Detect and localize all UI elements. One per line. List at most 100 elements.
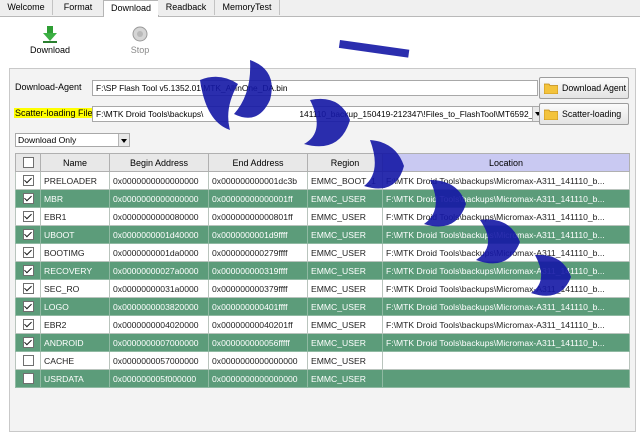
download-button[interactable]: Download [20,25,80,55]
download-agent-path-field[interactable]: F:\SP Flash Tool v5.1352.01\MTK_AllInOne… [92,80,538,96]
cell-region: EMMC_USER [307,243,383,262]
cell-begin-address: 0x00000000027a0000 [109,261,209,280]
scatter-loading-label-text: Scatter-loading File [14,108,94,118]
cell-checkbox[interactable] [15,351,41,370]
tab-format[interactable]: Format [53,0,104,15]
cell-name: BOOTIMG [40,243,110,262]
cell-checkbox[interactable] [15,315,41,334]
cell-end-address: 0x000000000379ffff [208,279,308,298]
cell-end-address: 0x0000000000000000 [208,351,308,370]
cell-checkbox[interactable] [15,225,41,244]
cell-checkbox[interactable] [15,333,41,352]
cell-begin-address: 0x0000000000000000 [109,171,209,190]
cell-name: SEC_RO [40,279,110,298]
row-checkbox[interactable] [22,337,34,349]
cell-begin-address: 0x0000000007000000 [109,333,209,352]
table-row[interactable]: RECOVERY 0x00000000027a0000 0x000000000319… [15,261,630,280]
tab-readback[interactable]: Readback [158,0,215,15]
header-name[interactable]: Name [40,153,110,172]
cell-region: EMMC_USER [307,297,383,316]
header-end-address[interactable]: End Address [208,153,308,172]
scatter-loading-path-dropdown[interactable]: F:\MTK Droid Tools\backups\ 141110_backup… [92,106,544,122]
download-button-label: Download [29,45,71,55]
cell-region: EMMC_USER [307,189,383,208]
cell-checkbox[interactable] [15,261,41,280]
table-row[interactable]: LOGO 0x0000000003820000 0x000000000401ffff… [15,297,630,316]
cell-checkbox[interactable] [15,297,41,316]
cell-end-address: 0x000000000056fffff [208,333,308,352]
header-region[interactable]: Region [307,153,383,172]
stop-button[interactable]: Stop [110,25,170,55]
cell-checkbox[interactable] [15,243,41,262]
header-location[interactable]: Location [382,153,630,172]
select-all-header[interactable] [15,153,41,172]
scatter-path-end: 141110_backup_150419-212347\!Files_to_Fl… [299,109,539,119]
table-row[interactable]: BOOTIMG 0x0000000001da0000 0x000000000279f… [15,243,630,262]
cell-location [382,351,630,370]
cell-location: F:\MTK Droid Tools\backups\Micromax-A311… [382,315,630,334]
cell-checkbox[interactable] [15,279,41,298]
cell-location: F:\MTK Droid Tools\backups\Micromax-A311… [382,279,630,298]
tab-download[interactable]: Download [103,0,159,18]
select-all-checkbox[interactable] [22,157,34,169]
cell-name: RECOVERY [40,261,110,280]
table-row[interactable]: EBR1 0x0000000000080000 0x00000000000801ff… [15,207,630,226]
scatter-loading-button-label: Scatter-loading [562,109,622,119]
scatter-loading-label: Scatter-loading File [14,108,94,118]
download-agent-label: Download-Agent [15,82,82,92]
stop-icon [132,26,148,42]
cell-location: F:\MTK Droid Tools\backups\Micromax-A311… [382,297,630,316]
table-row[interactable]: UBOOT 0x0000000001d40000 0x0000000001d9fff… [15,225,630,244]
cell-checkbox[interactable] [15,171,41,190]
cell-end-address: 0x00000000000801ff [208,207,308,226]
row-checkbox[interactable] [22,247,34,259]
cell-region: EMMC_USER [307,279,383,298]
cell-begin-address: 0x0000000003820000 [109,297,209,316]
table-row[interactable]: PRELOADER 0x0000000000000000 0x00000000000… [15,171,630,190]
download-agent-button[interactable]: Download Agent [539,77,629,99]
row-checkbox[interactable] [22,355,34,367]
table-row[interactable]: USRDATA 0x000000005f000000 0x0000000000000… [15,369,630,388]
cell-location: F:\MTK Droid Tools\backups\Micromax-A311… [382,171,630,190]
cell-checkbox[interactable] [15,189,41,208]
row-checkbox[interactable] [22,301,34,313]
cell-begin-address: 0x0000000001da0000 [109,243,209,262]
table-row[interactable]: SEC_RO 0x00000000031a0000 0x000000000379ff… [15,279,630,298]
row-checkbox[interactable] [22,193,34,205]
partition-table-body: PRELOADER 0x0000000000000000 0x00000000000… [15,171,630,388]
row-checkbox[interactable] [22,211,34,223]
cell-region: EMMC_USER [307,369,383,388]
row-checkbox[interactable] [22,229,34,241]
cell-location [382,369,630,388]
row-checkbox[interactable] [22,319,34,331]
chevron-down-icon[interactable] [118,134,129,146]
cell-region: EMMC_USER [307,261,383,280]
cell-checkbox[interactable] [15,369,41,388]
table-row[interactable]: MBR 0x0000000000000000 0x00000000000001ff E… [15,189,630,208]
cell-checkbox[interactable] [15,207,41,226]
header-begin-address[interactable]: Begin Address [109,153,209,172]
tab-welcome[interactable]: Welcome [0,0,53,15]
cell-end-address: 0x000000000319ffff [208,261,308,280]
tab-bar: Welcome Format Download Readback MemoryT… [0,0,640,18]
table-row[interactable]: ANDROID 0x0000000007000000 0x000000000056f… [15,333,630,352]
row-checkbox[interactable] [22,175,34,187]
cell-region: EMMC_USER [307,225,383,244]
cell-location: F:\MTK Droid Tools\backups\Micromax-A311… [382,243,630,262]
cell-begin-address: 0x0000000057000000 [109,351,209,370]
row-checkbox[interactable] [22,373,34,385]
download-mode-select[interactable]: Download Only [15,133,130,147]
cell-begin-address: 0x0000000004020000 [109,315,209,334]
table-row[interactable]: CACHE 0x0000000057000000 0x000000000000000… [15,351,630,370]
scatter-loading-button[interactable]: Scatter-loading [539,103,629,125]
cell-name: USRDATA [40,369,110,388]
row-checkbox[interactable] [22,283,34,295]
download-panel: Download-Agent F:\SP Flash Tool v5.1352.… [9,68,636,432]
cell-end-address: 0x000000000401ffff [208,297,308,316]
table-row[interactable]: EBR2 0x0000000004020000 0x00000000040201ff… [15,315,630,334]
download-arrow-icon [43,26,57,43]
tab-memorytest[interactable]: MemoryTest [215,0,280,15]
cell-region: EMMC_BOOT_1 [307,171,383,190]
cell-begin-address: 0x0000000000080000 [109,207,209,226]
row-checkbox[interactable] [22,265,34,277]
